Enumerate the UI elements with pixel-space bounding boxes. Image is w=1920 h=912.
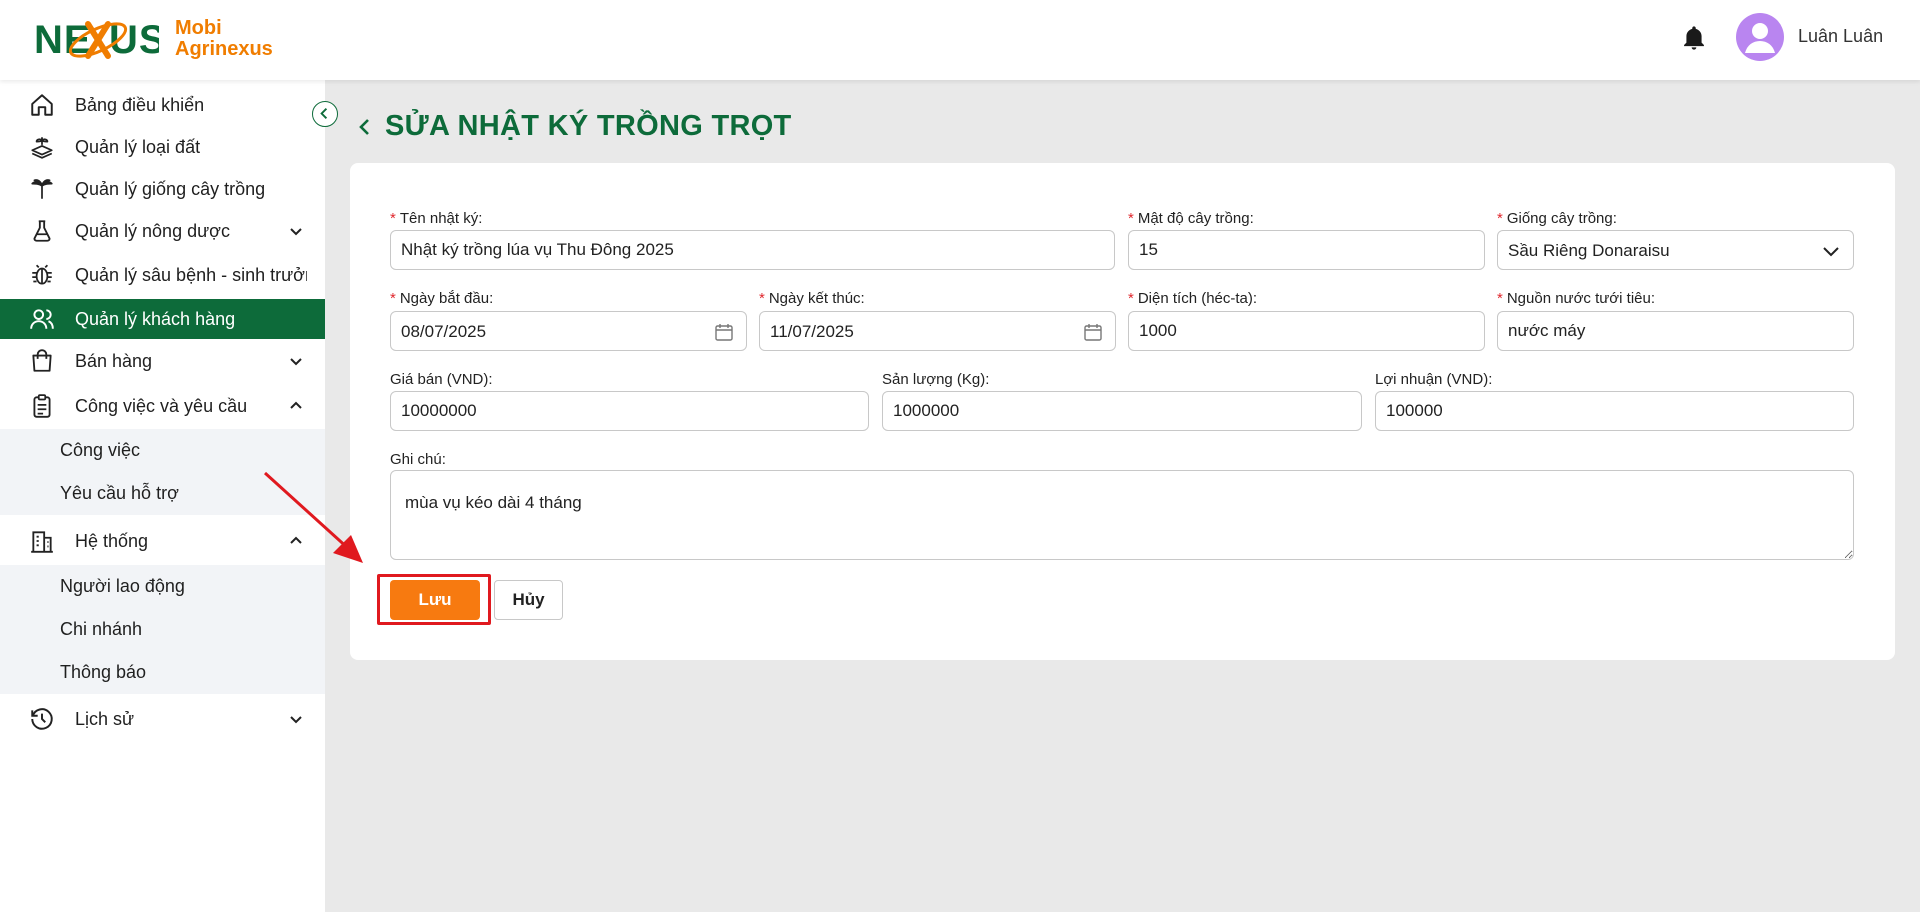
end-date-input[interactable]: 11/07/2025 bbox=[759, 311, 1116, 351]
shopping-bag-icon bbox=[32, 349, 52, 372]
sidebar-item-label: Bán hàng bbox=[75, 350, 153, 371]
soil-icon bbox=[31, 137, 53, 159]
bug-icon bbox=[32, 264, 52, 285]
sidebar-item-label: Quản lý loại đất bbox=[75, 136, 201, 157]
sidebar-item-tasks[interactable]: Công việc và yêu cầu bbox=[0, 386, 325, 426]
user-avatar-icon[interactable] bbox=[1736, 13, 1784, 61]
sidebar-item-label: Lịch sử bbox=[75, 708, 135, 729]
clipboard-icon bbox=[33, 394, 51, 418]
home-icon bbox=[31, 94, 53, 116]
start-date-value: 08/07/2025 bbox=[401, 322, 487, 341]
profit-input[interactable] bbox=[1375, 391, 1854, 431]
sidebar-item-label: Quản lý sâu bệnh - sinh trưởng bbox=[75, 264, 307, 285]
users-icon bbox=[30, 309, 54, 329]
sidebar-item-label: Công việc và yêu cầu bbox=[75, 395, 248, 416]
price-label: Giá bán (VND): bbox=[390, 371, 493, 388]
water-source-label: * Nguồn nước tưới tiêu: bbox=[1497, 290, 1655, 307]
clock-icon bbox=[31, 708, 53, 730]
price-input[interactable] bbox=[390, 391, 869, 431]
sidebar-subitem-support-requests[interactable]: Yêu cầu hỗ trợ bbox=[60, 483, 179, 504]
sidebar-subitem-workers[interactable]: Người lao động bbox=[60, 576, 185, 597]
user-name[interactable]: Luân Luân bbox=[1798, 26, 1883, 47]
sidebar-item-sales[interactable]: Bán hàng bbox=[0, 341, 325, 381]
logo-text-line2: Agrinexus bbox=[175, 38, 273, 60]
yield-label: Sản lượng (Kg): bbox=[882, 371, 990, 388]
yield-input[interactable] bbox=[882, 391, 1362, 431]
end-date-label: * Ngày kết thúc: bbox=[759, 290, 865, 307]
sidebar-item-customers[interactable]: Quản lý khách hàng bbox=[0, 299, 325, 339]
start-date-input[interactable]: 08/07/2025 bbox=[390, 311, 747, 351]
top-header: NE US Mobi Agrinexus Luân Luân bbox=[0, 0, 1920, 80]
system-submenu: Người lao động Chi nhánh Thông báo bbox=[0, 565, 325, 694]
cancel-button[interactable]: Hủy bbox=[494, 580, 563, 620]
palm-tree-icon bbox=[31, 179, 53, 199]
sidebar-subitem-branches[interactable]: Chi nhánh bbox=[60, 619, 142, 640]
area-input[interactable] bbox=[1128, 311, 1485, 351]
sidebar-item-soil[interactable]: Quản lý loại đất bbox=[0, 127, 325, 167]
sidebar-item-pests[interactable]: Quản lý sâu bệnh - sinh trưởng bbox=[0, 255, 325, 295]
note-textarea[interactable]: mùa vụ kéo dài 4 tháng bbox=[390, 470, 1854, 560]
sidebar-item-history[interactable]: Lịch sử bbox=[0, 699, 325, 739]
end-date-value: 11/07/2025 bbox=[770, 322, 854, 341]
profit-label: Lợi nhuận (VND): bbox=[1375, 371, 1493, 388]
annotation-arrow-icon bbox=[263, 471, 363, 563]
app-logo[interactable]: NE US Mobi Agrinexus bbox=[34, 10, 273, 68]
back-chevron-icon[interactable] bbox=[357, 117, 373, 137]
name-label: * Tên nhật ký: bbox=[390, 210, 483, 227]
logo-text-line1: Mobi bbox=[175, 17, 222, 39]
calendar-icon[interactable] bbox=[1083, 322, 1103, 342]
water-source-input[interactable] bbox=[1497, 311, 1854, 351]
calendar-icon[interactable] bbox=[714, 322, 734, 342]
chevron-down-icon bbox=[290, 716, 302, 724]
chevron-up-icon bbox=[290, 401, 302, 409]
note-label: Ghi chú: bbox=[390, 451, 446, 468]
sidebar-item-label: Quản lý giống cây trồng bbox=[75, 178, 266, 199]
sidebar-item-varieties[interactable]: Quản lý giống cây trồng bbox=[0, 169, 325, 209]
logo-text: Mobi Agrinexus bbox=[175, 18, 273, 60]
chevron-down-icon bbox=[290, 228, 302, 236]
sidebar-item-label: Quản lý khách hàng bbox=[75, 308, 236, 329]
sidebar-subitem-notifications[interactable]: Thông báo bbox=[60, 662, 146, 683]
bell-icon[interactable] bbox=[1680, 24, 1708, 52]
density-label: * Mật độ cây trồng: bbox=[1128, 210, 1254, 227]
nexus-logo-icon: NE US bbox=[34, 18, 159, 62]
log-name-input[interactable] bbox=[390, 230, 1115, 270]
building-icon bbox=[31, 531, 53, 553]
sidebar-collapse-button[interactable] bbox=[312, 101, 338, 127]
sidebar-item-label: Bảng điều khiển bbox=[75, 94, 205, 115]
sidebar-item-pesticides[interactable]: Quản lý nông dược bbox=[0, 211, 325, 251]
variety-selected-value: Sầu Riêng Donaraisu bbox=[1508, 241, 1670, 260]
chevron-down-icon bbox=[290, 358, 302, 366]
chevron-down-icon bbox=[1823, 247, 1839, 257]
variety-label: * Giống cây trồng: bbox=[1497, 210, 1617, 227]
sidebar-subitem-tasks[interactable]: Công việc bbox=[60, 440, 140, 461]
sidebar-item-dashboard[interactable]: Bảng điều khiển bbox=[0, 85, 325, 125]
flask-icon bbox=[33, 220, 51, 242]
density-input[interactable] bbox=[1128, 230, 1485, 270]
start-date-label: * Ngày bắt đầu: bbox=[390, 290, 494, 307]
chevron-left-icon bbox=[320, 108, 328, 119]
sidebar-item-label: Quản lý nông dược bbox=[75, 220, 230, 241]
save-button[interactable]: Lưu bbox=[390, 580, 480, 620]
page-title: SỬA NHẬT KÝ TRỒNG TRỌT bbox=[385, 110, 792, 142]
area-label: * Diện tích (héc-ta): bbox=[1128, 290, 1258, 307]
variety-select[interactable]: Sầu Riêng Donaraisu bbox=[1497, 230, 1854, 270]
